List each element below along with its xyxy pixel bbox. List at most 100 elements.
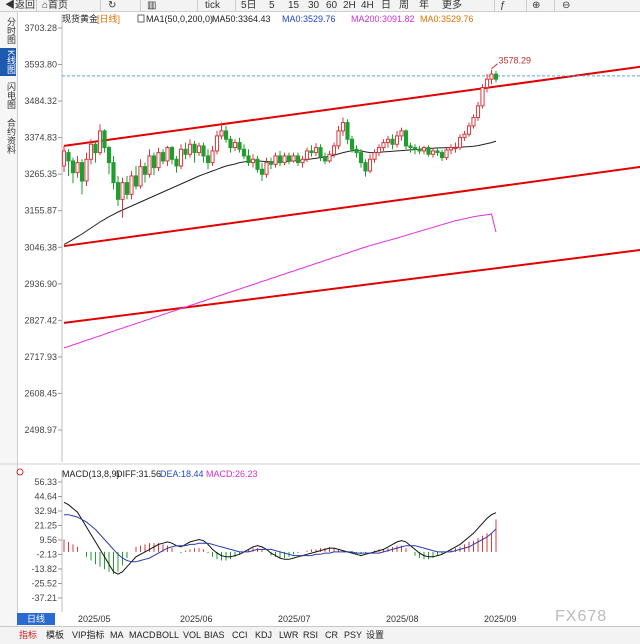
candle-body xyxy=(390,138,395,145)
price-tick-label: 2608.45 xyxy=(24,388,57,398)
candle-body xyxy=(363,162,368,172)
candle-body xyxy=(250,158,256,164)
candle-body xyxy=(201,145,206,157)
candle-body xyxy=(61,150,67,167)
candle-body xyxy=(268,162,274,165)
candle-body xyxy=(160,152,166,162)
candle-body xyxy=(430,150,436,155)
bottom-tab-2[interactable]: VIP指标 xyxy=(70,629,107,642)
candle-body xyxy=(336,130,341,147)
candle-body xyxy=(313,147,319,154)
bottom-tab-bar: 指标 模板 VIP指标 MA MACD BOLL VOL BIAS CCI KDJ LWR RSI CR… xyxy=(0,626,640,644)
price-tick-label: 3484.32 xyxy=(24,96,57,106)
chart-canvas: 3703.28 3593.80 3484.32 3374.83 3265.35 3155.… xyxy=(0,13,640,624)
price-tick-label: 3265.35 xyxy=(24,169,57,179)
candle-body xyxy=(120,182,125,200)
macd-tick-label: -37.21 xyxy=(31,593,57,603)
bottom-tab-8[interactable]: CCI xyxy=(230,629,250,642)
candle-body xyxy=(358,152,364,164)
bottom-tab-1[interactable]: 模板 xyxy=(44,629,66,642)
legend-ma50: MA50:3364.43 xyxy=(212,14,271,24)
price-tick-label: 3046.38 xyxy=(24,242,57,252)
bottom-tab-13[interactable]: PSY xyxy=(342,629,364,642)
x-tick-label: 2025/07 xyxy=(278,614,311,624)
candle-body xyxy=(457,137,463,149)
candle-body xyxy=(318,147,323,158)
candle-body xyxy=(138,166,143,187)
candle-body xyxy=(349,138,355,150)
gear-icon xyxy=(16,468,24,476)
bottom-tab-3[interactable]: MA xyxy=(108,629,126,642)
candle-body xyxy=(106,147,112,164)
bottom-tab-9[interactable]: KDJ xyxy=(253,629,274,642)
candle-body xyxy=(246,155,251,164)
candle-body xyxy=(88,143,94,160)
candle-body xyxy=(466,125,472,135)
bottom-tab-7[interactable]: BIAS xyxy=(202,629,227,642)
legend-ma1: MA1(50,0,200,0) xyxy=(146,14,213,24)
period-tab[interactable]: 日线 xyxy=(17,613,55,625)
candle-body xyxy=(187,143,193,155)
candle-body xyxy=(493,73,499,80)
candle-body xyxy=(223,130,229,140)
bottom-tab-6[interactable]: VOL xyxy=(181,629,203,642)
candle-body xyxy=(169,147,175,160)
candle-body xyxy=(331,145,337,155)
candle-body xyxy=(264,162,269,175)
candle-body xyxy=(237,142,242,150)
candle-body xyxy=(70,160,76,174)
bottom-tab-14[interactable]: 设置 xyxy=(364,629,386,642)
bottom-tab-11[interactable]: RSI xyxy=(301,629,320,642)
macd-tick-label: 56.33 xyxy=(34,477,57,487)
candle-body xyxy=(399,130,404,137)
candle-body xyxy=(295,155,301,164)
candle-body xyxy=(210,150,215,164)
candle-body xyxy=(241,148,247,157)
candle-body xyxy=(142,166,148,175)
bottom-tab-4[interactable]: MACD xyxy=(127,629,158,642)
candle-body xyxy=(448,147,454,151)
macd-tick-label: -2.13 xyxy=(36,549,57,559)
candle-body xyxy=(111,162,116,184)
price-tick-label: 2717.93 xyxy=(24,352,57,362)
candle-body xyxy=(124,182,130,195)
price-tick-label: 3155.87 xyxy=(24,206,57,216)
candle-body xyxy=(408,145,413,149)
candle-body xyxy=(435,150,440,154)
candle-body xyxy=(444,149,449,159)
x-tick-label: 2025/09 xyxy=(484,614,517,624)
candle-body xyxy=(259,168,265,175)
candle-body xyxy=(394,135,400,145)
candle-body xyxy=(471,117,476,127)
candle-body xyxy=(133,175,139,187)
candle-body xyxy=(273,155,278,165)
bottom-tab-12[interactable]: CR xyxy=(323,629,340,642)
x-tick-label: 2025/05 xyxy=(78,614,111,624)
candle-body xyxy=(232,142,238,149)
candle-body xyxy=(79,162,85,182)
candle-body xyxy=(484,78,490,89)
candle-body xyxy=(475,105,481,119)
candle-body xyxy=(489,73,494,80)
macd-line-diff xyxy=(63,501,497,575)
macd-tick-label: 44.64 xyxy=(34,491,57,501)
candle-body xyxy=(205,155,211,164)
x-tick-label: 2025/08 xyxy=(386,614,419,624)
candle-body xyxy=(219,130,224,137)
candle-body xyxy=(327,153,332,162)
candle-body xyxy=(291,155,296,162)
bottom-tab-0[interactable]: 指标 xyxy=(17,629,39,642)
candle-body xyxy=(421,147,427,152)
candle-body xyxy=(147,155,152,175)
candle-body xyxy=(462,133,467,139)
price-tick-label: 3593.80 xyxy=(24,60,57,70)
candle-body xyxy=(300,158,305,164)
candle-body xyxy=(286,155,292,162)
candle-body xyxy=(156,152,161,169)
candle-body xyxy=(75,162,80,174)
candle-body xyxy=(340,122,346,132)
price-tick-label: 2936.90 xyxy=(24,279,57,289)
legend-ma0b: MA0:3529.76 xyxy=(420,14,474,24)
bottom-tab-10[interactable]: LWR xyxy=(277,629,300,642)
bottom-tab-5[interactable]: BOLL xyxy=(154,629,181,642)
